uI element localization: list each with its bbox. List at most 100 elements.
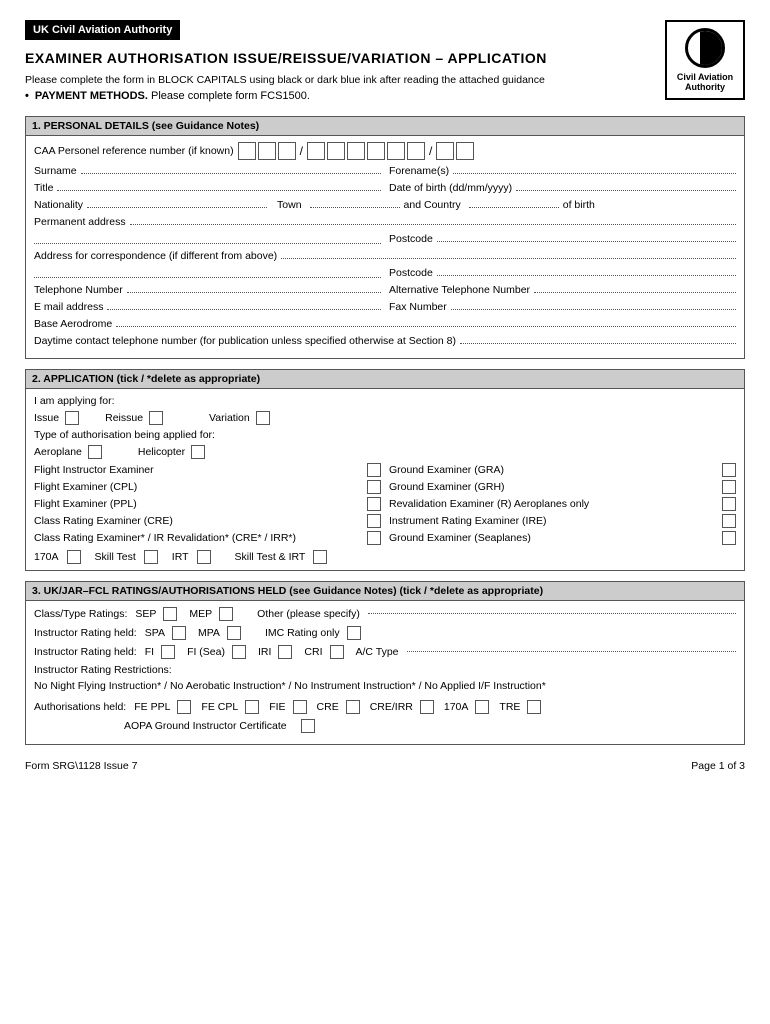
iri-checkbox[interactable] (278, 645, 292, 659)
variation-checkbox[interactable] (256, 411, 270, 425)
postcode-field[interactable] (437, 241, 736, 242)
a170a-held-label: 170A (444, 701, 469, 713)
fi-checkbox[interactable] (161, 645, 175, 659)
fe-ppl-checkbox[interactable] (177, 700, 191, 714)
ref-box-5[interactable] (327, 142, 345, 160)
fie-checkbox[interactable] (367, 463, 381, 477)
fi-sea-label: FI (Sea) (187, 646, 225, 658)
caa-ref-boxes[interactable]: / / (238, 142, 475, 160)
base-field[interactable] (116, 326, 736, 327)
tel-field[interactable] (127, 292, 381, 293)
aopa-label: AOPA Ground Instructor Certificate (124, 720, 287, 732)
perm-address-field2[interactable] (34, 233, 381, 244)
other-field[interactable] (368, 613, 736, 614)
cre-irr-checkbox[interactable] (367, 531, 381, 545)
cre-irr-held-checkbox[interactable] (420, 700, 434, 714)
sep-checkbox[interactable] (163, 607, 177, 621)
surname-field[interactable] (81, 173, 381, 174)
postcode-label: Postcode (389, 233, 433, 245)
ref-box-2[interactable] (258, 142, 276, 160)
tre-item: TRE (499, 700, 541, 714)
fie-auth-checkbox[interactable] (293, 700, 307, 714)
payment-methods-label: PAYMENT METHODS. Please complete form FC… (35, 90, 310, 102)
tre-checkbox[interactable] (527, 700, 541, 714)
mpa-checkbox[interactable] (227, 626, 241, 640)
ac-type-field[interactable] (407, 651, 736, 652)
dob-field[interactable] (516, 190, 736, 191)
ire-checkbox[interactable] (722, 514, 736, 528)
skill-test-irt-checkbox[interactable] (313, 550, 327, 564)
section-3-body: Class/Type Ratings: SEP MEP Other (pleas… (26, 601, 744, 744)
perm-address-field[interactable] (130, 224, 736, 225)
corr-address-field[interactable] (281, 258, 736, 259)
ref-box-1[interactable] (238, 142, 256, 160)
gra-checkbox[interactable] (722, 463, 736, 477)
grh-checkbox[interactable] (722, 480, 736, 494)
ref-sep-2: / (429, 144, 432, 158)
cre-checkbox[interactable] (367, 514, 381, 528)
payment-bold: PAYMENT METHODS. (35, 90, 148, 102)
payment-note-value: Please complete form FCS1500. (151, 90, 310, 102)
cri-checkbox[interactable] (330, 645, 344, 659)
ref-box-10[interactable] (436, 142, 454, 160)
corr-address-field2[interactable] (34, 267, 381, 278)
title-field[interactable] (57, 190, 381, 191)
issue-row: Issue Reissue Variation (34, 411, 736, 425)
fax-field[interactable] (451, 309, 736, 310)
section-1-body: CAA Personel reference number (if known)… (26, 136, 744, 358)
postcode2-field[interactable] (437, 275, 736, 276)
a170a-label: 170A (34, 551, 59, 563)
page-number: Page 1 of 3 (691, 760, 745, 772)
variation-label: Variation (209, 412, 250, 424)
fi-sea-checkbox[interactable] (232, 645, 246, 659)
ac-type-label: A/C Type (356, 646, 399, 658)
instructor-rating2-label: Instructor Rating held: (34, 646, 137, 658)
surname-forenames-row: Surname Forename(s) (34, 165, 736, 177)
skill-test-checkbox[interactable] (144, 550, 158, 564)
nationality-field[interactable] (87, 207, 267, 208)
mpa-item: MPA (198, 626, 241, 640)
sea-checkbox[interactable] (722, 531, 736, 545)
iri-item: IRI (258, 645, 292, 659)
town-field[interactable] (310, 207, 400, 208)
alt-tel-col: Alternative Telephone Number (389, 284, 736, 296)
irt-checkbox[interactable] (197, 550, 211, 564)
ref-box-11[interactable] (456, 142, 474, 160)
dob-label: Date of birth (dd/mm/yyyy) (389, 182, 512, 194)
email-field[interactable] (107, 309, 381, 310)
a170a-checkbox[interactable] (67, 550, 81, 564)
ref-box-7[interactable] (367, 142, 385, 160)
cre-held-checkbox[interactable] (346, 700, 360, 714)
town-label: Town (277, 199, 302, 211)
aopa-checkbox[interactable] (301, 719, 315, 733)
ref-box-4[interactable] (307, 142, 325, 160)
cre-auth-label: Class Rating Examiner (CRE) (34, 515, 361, 527)
applying-for-label: I am applying for: (34, 395, 736, 407)
fe-cpl-checkbox[interactable] (245, 700, 259, 714)
cpl-checkbox[interactable] (367, 480, 381, 494)
fe-cpl-label: FE CPL (201, 701, 238, 713)
ref-box-6[interactable] (347, 142, 365, 160)
issue-checkbox[interactable] (65, 411, 79, 425)
helicopter-checkbox[interactable] (191, 445, 205, 459)
rev-checkbox[interactable] (722, 497, 736, 511)
reissue-checkbox[interactable] (149, 411, 163, 425)
aeroplane-checkbox[interactable] (88, 445, 102, 459)
imc-checkbox[interactable] (347, 626, 361, 640)
section-1: 1. PERSONAL DETAILS (see Guidance Notes)… (25, 116, 745, 359)
ref-box-8[interactable] (387, 142, 405, 160)
forenames-field[interactable] (453, 173, 736, 174)
aeroplane-helicopter-row: Aeroplane Helicopter (34, 445, 736, 459)
forenames-label: Forename(s) (389, 165, 449, 177)
alt-tel-field[interactable] (534, 292, 736, 293)
spa-checkbox[interactable] (172, 626, 186, 640)
country-field[interactable] (469, 207, 559, 208)
a170a-held-checkbox[interactable] (475, 700, 489, 714)
ref-box-9[interactable] (407, 142, 425, 160)
auth-item-cpl: Flight Examiner (CPL) (34, 480, 381, 494)
daytime-field[interactable] (460, 343, 736, 344)
alt-tel-label: Alternative Telephone Number (389, 284, 530, 296)
ref-box-3[interactable] (278, 142, 296, 160)
ppl-checkbox[interactable] (367, 497, 381, 511)
mep-checkbox[interactable] (219, 607, 233, 621)
